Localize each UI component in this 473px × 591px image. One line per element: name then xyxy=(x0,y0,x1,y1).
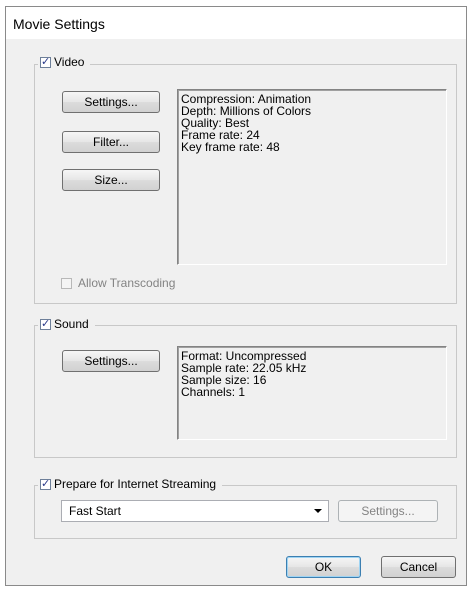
streaming-label: Prepare for Internet Streaming xyxy=(54,477,217,491)
sound-checkbox[interactable] xyxy=(40,317,51,330)
cancel-button[interactable]: Cancel xyxy=(381,556,456,578)
sound-info-line: Channels: 1 xyxy=(181,385,246,399)
video-size-button[interactable]: Size... xyxy=(62,169,160,191)
allow-transcoding-option[interactable]: Allow Transcoding xyxy=(61,276,175,290)
video-info-box: Compression: Animation Depth: Millions o… xyxy=(177,89,447,265)
movie-settings-dialog: Movie Settings Video Settings... Filter.… xyxy=(5,6,467,586)
video-label: Video xyxy=(54,55,85,69)
video-filter-button[interactable]: Filter... xyxy=(62,131,160,153)
allow-transcoding-label: Allow Transcoding xyxy=(78,276,176,290)
streaming-legend: Prepare for Internet Streaming xyxy=(38,477,223,491)
video-settings-button[interactable]: Settings... xyxy=(62,91,160,113)
streaming-select-value: Fast Start xyxy=(69,504,122,518)
ok-button[interactable]: OK xyxy=(286,556,361,578)
streaming-select[interactable]: Fast Start xyxy=(61,500,329,522)
title-bar: Movie Settings xyxy=(6,7,466,39)
sound-settings-button[interactable]: Settings... xyxy=(62,350,160,372)
dialog-title: Movie Settings xyxy=(13,16,105,32)
sound-legend: Sound xyxy=(38,317,95,331)
video-legend: Video xyxy=(38,55,91,69)
sound-label: Sound xyxy=(54,317,89,331)
chevron-down-icon[interactable] xyxy=(314,509,322,513)
video-checkbox[interactable] xyxy=(40,55,51,68)
video-info-line: Key frame rate: 48 xyxy=(181,140,280,154)
streaming-settings-button[interactable]: Settings... xyxy=(338,500,438,522)
allow-transcoding-checkbox[interactable] xyxy=(61,277,72,289)
sound-info-box: Format: Uncompressed Sample rate: 22.05 … xyxy=(177,346,447,440)
streaming-checkbox[interactable] xyxy=(40,477,51,490)
